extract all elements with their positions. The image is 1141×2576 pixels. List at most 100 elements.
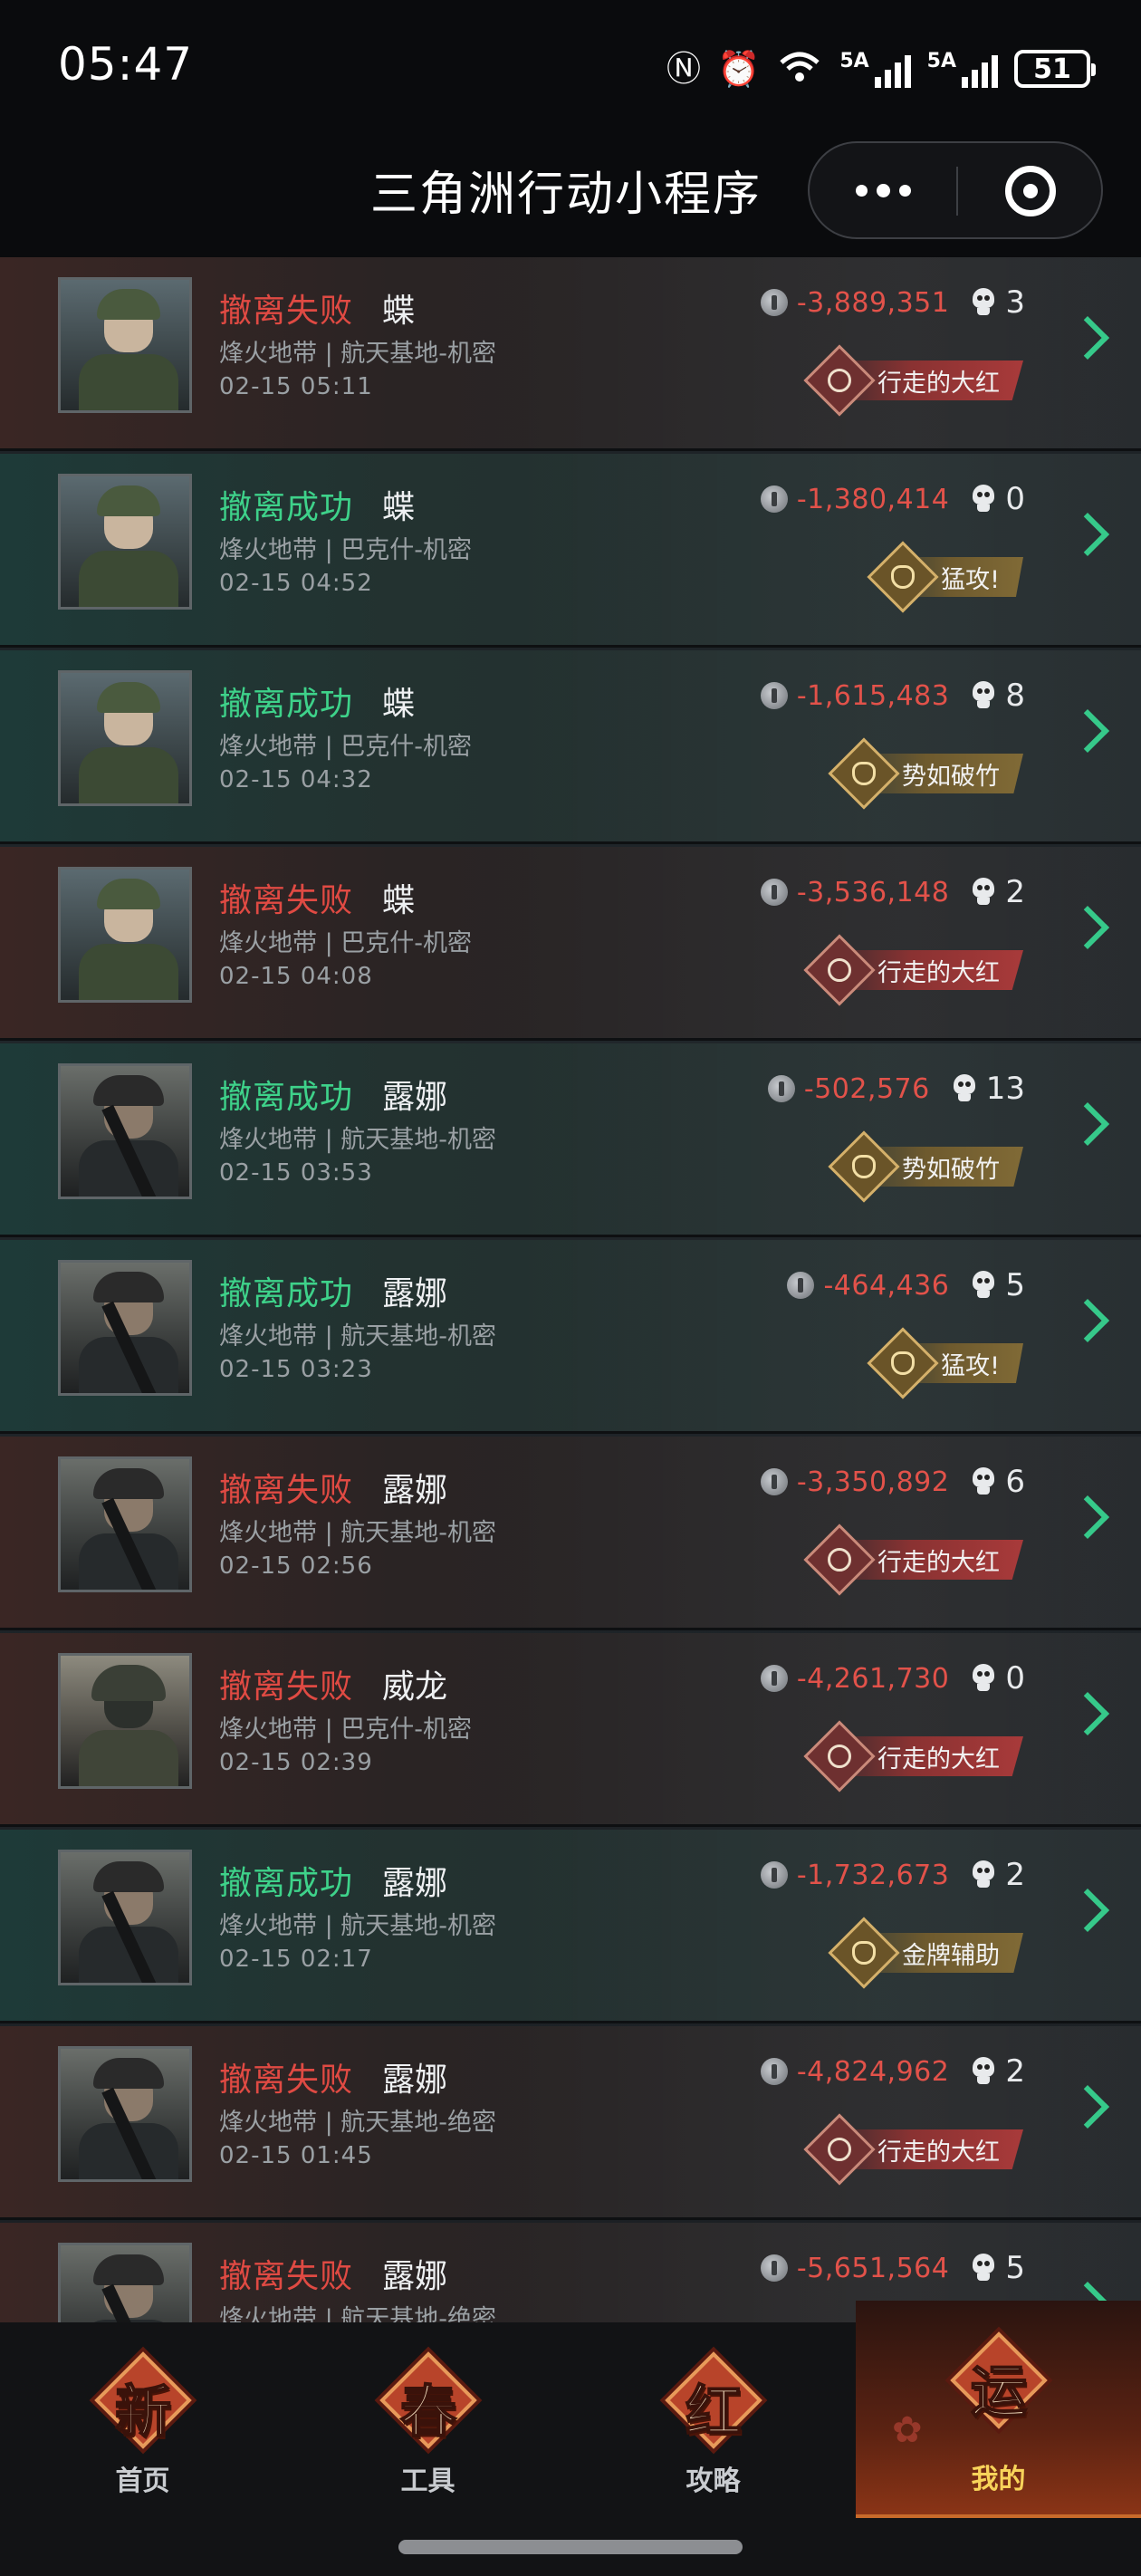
value-group: -4,824,962 2 [760, 2053, 1025, 2090]
match-datetime: 02-15 05:11 [219, 373, 373, 400]
map-mode: 烽火地带 | 巴克什-机密 [219, 536, 473, 564]
tab-home[interactable]: 新 首页 [0, 2322, 285, 2504]
coin-icon [760, 1665, 788, 1692]
achievement-badge: 行走的大红 [803, 344, 1023, 417]
skull-icon [971, 1860, 996, 1889]
net-value: -5,651,564 [796, 2252, 950, 2284]
operator-name: 蝶 [382, 882, 416, 919]
kill-count: 8 [1005, 678, 1025, 714]
value-group: -502,576 13 [767, 1071, 1025, 1107]
coin-icon [760, 879, 788, 906]
skull-icon [971, 1271, 996, 1300]
operator-name: 露娜 [382, 1472, 448, 1509]
operator-avatar [58, 1850, 192, 1985]
match-history-list[interactable]: 撤离失败 蝶 烽火地带 | 航天基地-机密 02-15 05:11 -3,889… [0, 257, 1141, 2322]
net-value: -4,261,730 [796, 1662, 950, 1695]
match-datetime: 02-15 01:45 [219, 2142, 373, 2169]
operator-avatar [58, 2243, 192, 2322]
more-dot-icon [855, 184, 868, 197]
operator-name: 威龙 [382, 1668, 448, 1706]
net-value: -502,576 [803, 1072, 930, 1105]
match-row[interactable]: 撤离失败 露娜 烽火地带 | 航天基地-绝密 02-15 01:45 -4,82… [0, 2026, 1141, 2220]
value-group: -1,380,414 0 [760, 481, 1025, 517]
status-time: 05:47 [58, 38, 194, 91]
skull-icon [971, 1664, 996, 1693]
value-group: -3,889,351 3 [760, 284, 1025, 321]
value-group: -5,651,564 5 [760, 2250, 1025, 2286]
coin-icon [760, 2058, 788, 2085]
flower-decoration-icon: ✿ [892, 2409, 923, 2451]
kill-count: 2 [1005, 1857, 1025, 1893]
match-datetime: 02-15 03:53 [219, 1159, 373, 1187]
match-row[interactable]: 撤离失败 威龙 烽火地带 | 巴克什-机密 02-15 02:39 -4,261… [0, 1633, 1141, 1827]
tab-emblem-glyph: 春 [399, 2378, 457, 2446]
tab-label: 首页 [115, 2465, 170, 2497]
match-row[interactable]: 撤离失败 蝶 烽火地带 | 巴克什-机密 02-15 04:08 -3,536,… [0, 847, 1141, 1041]
match-datetime: 02-15 03:23 [219, 1356, 373, 1383]
map-mode: 烽火地带 | 航天基地-绝密 [219, 2305, 497, 2322]
nfc-icon: Ⓝ [666, 49, 701, 89]
map-mode: 烽火地带 | 巴克什-机密 [219, 733, 473, 761]
tab-label: 我的 [971, 2464, 1026, 2495]
achievement-badge: 猛攻! [867, 1327, 1023, 1399]
extraction-status: 撤离失败 [219, 293, 354, 330]
more-button[interactable] [810, 143, 956, 237]
extraction-status: 撤离成功 [219, 489, 354, 526]
match-row[interactable]: 撤离失败 蝶 烽火地带 | 航天基地-机密 02-15 05:11 -3,889… [0, 257, 1141, 451]
map-mode: 烽火地带 | 巴克什-机密 [219, 929, 473, 957]
coin-icon [760, 2254, 788, 2282]
map-mode: 烽火地带 | 航天基地-机密 [219, 1126, 497, 1154]
map-mode: 烽火地带 | 巴克什-机密 [219, 1716, 473, 1744]
achievement-badge: 行走的大红 [803, 1720, 1023, 1793]
more-dot-icon [898, 184, 911, 197]
coin-icon [760, 1468, 788, 1495]
kill-count: 2 [1005, 2053, 1025, 2090]
kill-count: 0 [1005, 481, 1025, 517]
match-row[interactable]: 撤离成功 蝶 烽火地带 | 巴克什-机密 02-15 04:52 -1,380,… [0, 454, 1141, 648]
signal-1-icon: 5A [839, 50, 911, 88]
skull-icon [971, 288, 996, 317]
tab-mine[interactable]: ✿ 运 我的 [856, 2301, 1141, 2518]
operator-name: 露娜 [382, 2062, 448, 2099]
value-group: -1,732,673 2 [760, 1857, 1025, 1893]
tab-tools[interactable]: 春 工具 [285, 2322, 570, 2504]
map-mode: 烽火地带 | 航天基地-绝密 [219, 2109, 497, 2137]
tab-guides[interactable]: 红 攻略 [570, 2322, 856, 2504]
map-mode: 烽火地带 | 航天基地-机密 [219, 1912, 497, 1940]
tab-emblem-glyph: 新 [114, 2378, 172, 2446]
operator-name: 露娜 [382, 2258, 448, 2295]
map-mode: 烽火地带 | 航天基地-机密 [219, 340, 497, 368]
kill-count: 0 [1005, 1660, 1025, 1697]
match-row[interactable]: 撤离成功 露娜 烽火地带 | 航天基地-机密 02-15 02:17 -1,73… [0, 1830, 1141, 2023]
operator-avatar [58, 2046, 192, 2182]
skull-icon [971, 2254, 996, 2283]
home-indicator[interactable] [398, 2540, 743, 2554]
match-row[interactable]: 撤离成功 蝶 烽火地带 | 巴克什-机密 02-15 04:32 -1,615,… [0, 650, 1141, 844]
close-miniprogram-button[interactable] [1005, 166, 1056, 216]
match-datetime: 02-15 04:52 [219, 570, 373, 597]
tab-emblem-glyph: 红 [685, 2378, 743, 2446]
match-row[interactable]: 撤离成功 露娜 烽火地带 | 航天基地-机密 02-15 03:53 -502,… [0, 1043, 1141, 1237]
map-mode: 烽火地带 | 航天基地-机密 [219, 1322, 497, 1350]
match-row[interactable]: 撤离失败 露娜 烽火地带 | 航天基地-机密 02-15 02:56 -3,35… [0, 1437, 1141, 1630]
skull-icon [971, 1467, 996, 1496]
value-group: -3,350,892 6 [760, 1464, 1025, 1500]
operator-avatar [58, 867, 192, 1003]
coin-icon [787, 1272, 815, 1299]
match-row[interactable]: 撤离成功 露娜 烽火地带 | 航天基地-机密 02-15 03:23 -464,… [0, 1240, 1141, 1434]
battery-level: 51 [1033, 53, 1071, 85]
operator-name: 蝶 [382, 686, 416, 723]
mini-program-capsule [808, 141, 1103, 239]
extraction-status: 撤离成功 [219, 1275, 354, 1312]
more-dot-icon [876, 183, 890, 197]
match-datetime: 02-15 04:32 [219, 766, 373, 793]
match-datetime: 02-15 02:17 [219, 1946, 373, 1973]
battery-icon: 51 [1014, 50, 1096, 88]
coin-icon [760, 1861, 788, 1889]
extraction-status: 撤离失败 [219, 2258, 354, 2295]
tab-label: 工具 [400, 2465, 455, 2497]
signal-2-label: 5A [926, 50, 956, 72]
kill-count: 5 [1005, 1267, 1025, 1303]
net-value: -3,536,148 [796, 876, 950, 908]
extraction-status: 撤离成功 [219, 1079, 354, 1116]
